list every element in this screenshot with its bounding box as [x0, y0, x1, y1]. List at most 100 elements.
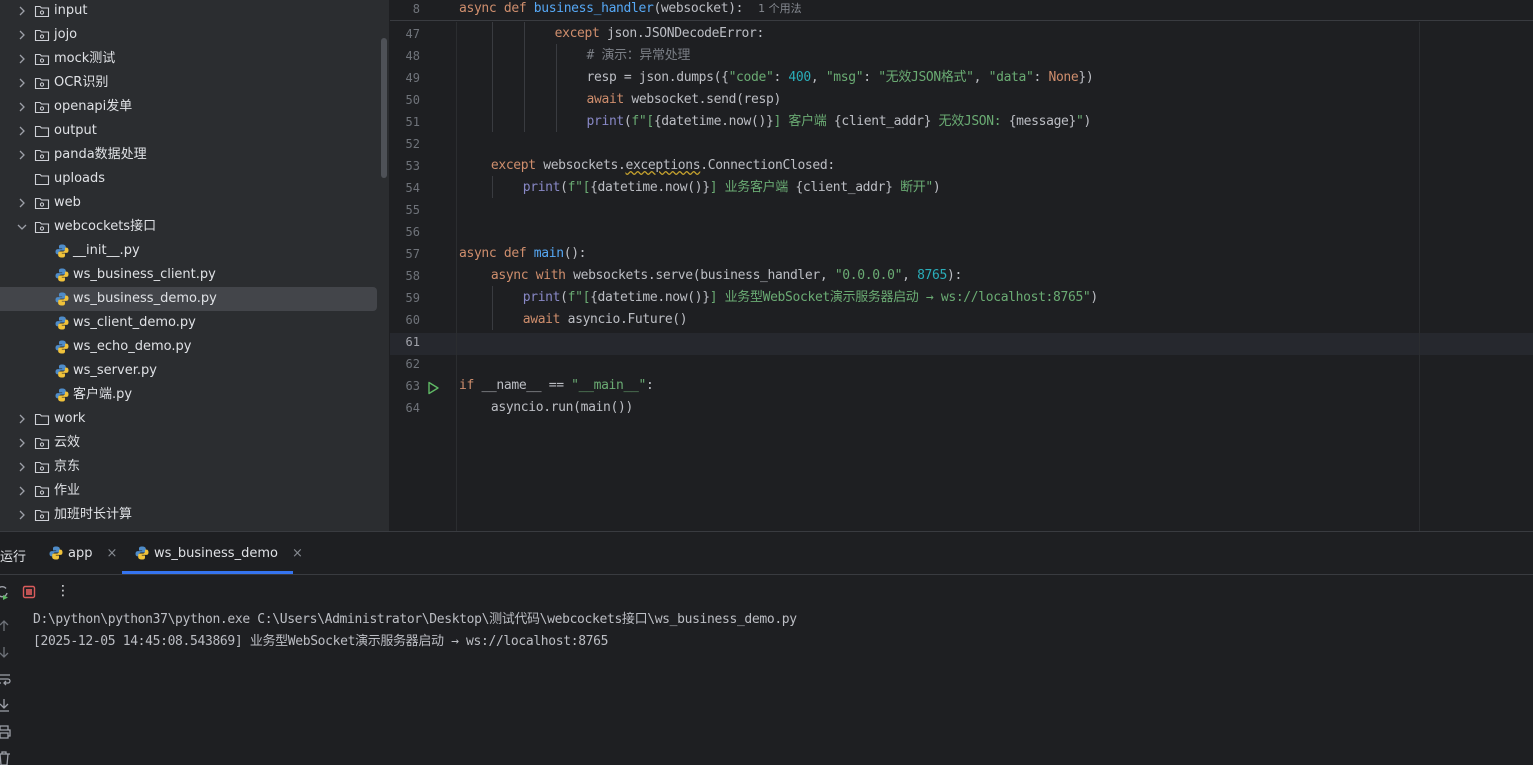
scroll-to-end-icon[interactable]: [0, 697, 12, 713]
tree-item[interactable]: web: [0, 191, 377, 215]
run-tab-app[interactable]: app ×: [48, 542, 117, 564]
rerun-icon[interactable]: [0, 584, 10, 600]
code-line[interactable]: if __name__ == "__main__":: [459, 375, 654, 397]
more-options-icon[interactable]: ⋮: [56, 583, 70, 599]
tree-item[interactable]: ws_business_demo.py: [0, 287, 377, 311]
run-gutter-icon[interactable]: [426, 381, 440, 395]
code-token: ] 业务型WebSocket演示服务器启动 → ws://localhost:8…: [709, 290, 1091, 305]
trash-icon[interactable]: [0, 750, 12, 765]
code-token: async: [459, 246, 504, 261]
tree-item[interactable]: output: [0, 119, 377, 143]
code-line[interactable]: resp = json.dumps({"code": 400, "msg": "…: [587, 67, 1094, 89]
code-token: "0.0.0.0": [834, 268, 903, 283]
code-line[interactable]: print(f"[{datetime.now()}] 客户端 {client_a…: [587, 111, 1092, 133]
code-token: 断开": [892, 180, 933, 195]
code-token: asyncio.run(main()): [490, 400, 633, 415]
tree-scrollbar[interactable]: [381, 38, 387, 178]
run-tab-ws-business-demo[interactable]: ws_business_demo ×: [134, 542, 303, 564]
print-icon[interactable]: [0, 724, 12, 740]
code-line[interactable]: # 演示：异常处理: [587, 45, 691, 67]
tree-item[interactable]: webcockets接口: [0, 215, 377, 239]
tree-item[interactable]: mock测试: [0, 47, 377, 71]
package-folder-icon: [34, 149, 50, 162]
chevron-right-icon[interactable]: [14, 483, 30, 499]
code-token: asyncio.Future(): [567, 312, 688, 327]
tree-item[interactable]: work: [0, 407, 377, 431]
code-line[interactable]: await websocket.send(resp): [586, 89, 782, 111]
python-icon: [135, 546, 149, 560]
stop-icon[interactable]: [21, 584, 37, 600]
code-token: websockets.serve(business_handler,: [573, 268, 835, 283]
close-icon[interactable]: ×: [106, 546, 117, 561]
indent-guide: [491, 22, 493, 132]
code-token: exceptions: [625, 158, 701, 173]
soft-wrap-icon[interactable]: [0, 671, 12, 687]
code-line[interactable]: await asyncio.Future(): [523, 309, 688, 331]
chevron-right-icon[interactable]: [14, 75, 30, 91]
code-token: except: [554, 26, 607, 41]
close-icon[interactable]: ×: [292, 546, 303, 561]
chevron-right-icon[interactable]: [14, 435, 30, 451]
tree-item[interactable]: uploads: [0, 167, 377, 191]
tree-item[interactable]: ws_server.py: [0, 359, 377, 383]
chevron-right-icon[interactable]: [14, 99, 30, 115]
python-file-icon: [55, 292, 69, 306]
run-tool-window: 运行 app × ws_business_demo × ⋮ D:\python\…: [0, 531, 1533, 765]
code-token: "code": [728, 70, 774, 85]
chevron-right-icon[interactable]: [14, 51, 30, 67]
tree-item[interactable]: 加班时长计算: [0, 503, 377, 527]
tree-item[interactable]: OCR识别: [0, 71, 377, 95]
tree-item[interactable]: 云效: [0, 431, 377, 455]
chevron-down-icon[interactable]: [14, 219, 30, 235]
chevron-right-icon[interactable]: [14, 195, 30, 211]
console-output[interactable]: D:\python\python37\python.exe C:\Users\A…: [33, 609, 797, 653]
code-line[interactable]: asyncio.run(main()): [491, 397, 633, 419]
indent-guide: [491, 286, 493, 330]
chevron-right-icon[interactable]: [14, 147, 30, 163]
code-token: async: [459, 1, 504, 16]
code-line[interactable]: print(f"[{datetime.now()}] 业务型WebSocket演…: [523, 287, 1099, 309]
code-line[interactable]: async def business_handler(websocket): 1…: [459, 0, 802, 20]
chevron-right-icon[interactable]: [14, 3, 30, 19]
code-token: ): [1083, 114, 1091, 129]
tree-item-label: output: [54, 123, 97, 138]
line-number: 56: [405, 225, 420, 239]
code-line[interactable]: print(f"[{datetime.now()}] 业务客户端 {client…: [523, 177, 941, 199]
line-number: 52: [405, 137, 420, 151]
python-icon: [49, 546, 63, 560]
code-line[interactable]: except json.JSONDecodeError:: [554, 23, 765, 45]
tree-item[interactable]: jojo: [0, 23, 377, 47]
tree-item-label: panda数据处理: [54, 147, 147, 162]
run-window-title: 运行: [0, 550, 27, 565]
chevron-right-icon[interactable]: [14, 507, 30, 523]
scroll-up-icon[interactable]: [0, 618, 12, 634]
tree-item-label: 云效: [54, 435, 81, 450]
code-token: await: [586, 92, 632, 107]
tree-item[interactable]: ws_business_client.py: [0, 263, 377, 287]
chevron-right-icon[interactable]: [14, 123, 30, 139]
tree-item[interactable]: __init__.py: [0, 239, 377, 263]
chevron-right-icon[interactable]: [14, 459, 30, 475]
gutter-separator: [456, 22, 457, 531]
scroll-down-icon[interactable]: [0, 644, 12, 660]
tree-item[interactable]: ws_echo_demo.py: [0, 335, 377, 359]
tree-item[interactable]: 作业: [0, 479, 377, 503]
tree-item-label: __init__.py: [73, 243, 140, 258]
code-line[interactable]: except websockets.exceptions.ConnectionC…: [491, 155, 835, 177]
tree-item[interactable]: openapi发单: [0, 95, 377, 119]
code-token: def: [503, 1, 534, 16]
tree-item[interactable]: 客户端.py: [0, 383, 377, 407]
package-folder-icon: [34, 77, 50, 90]
code-line[interactable]: async with websockets.serve(business_han…: [491, 265, 962, 287]
tree-item[interactable]: ws_client_demo.py: [0, 311, 377, 335]
code-line[interactable]: async def main():: [459, 243, 587, 265]
line-number: 63: [405, 379, 420, 393]
tree-item[interactable]: input: [0, 0, 377, 23]
tree-item-label: jojo: [54, 27, 78, 42]
chevron-right-icon[interactable]: [14, 411, 30, 427]
tree-item[interactable]: panda数据处理: [0, 143, 377, 167]
tree-item[interactable]: 京东: [0, 455, 377, 479]
code-token: }): [1078, 70, 1094, 85]
chevron-right-icon[interactable]: [14, 27, 30, 43]
tree-item-label: work: [54, 411, 86, 426]
